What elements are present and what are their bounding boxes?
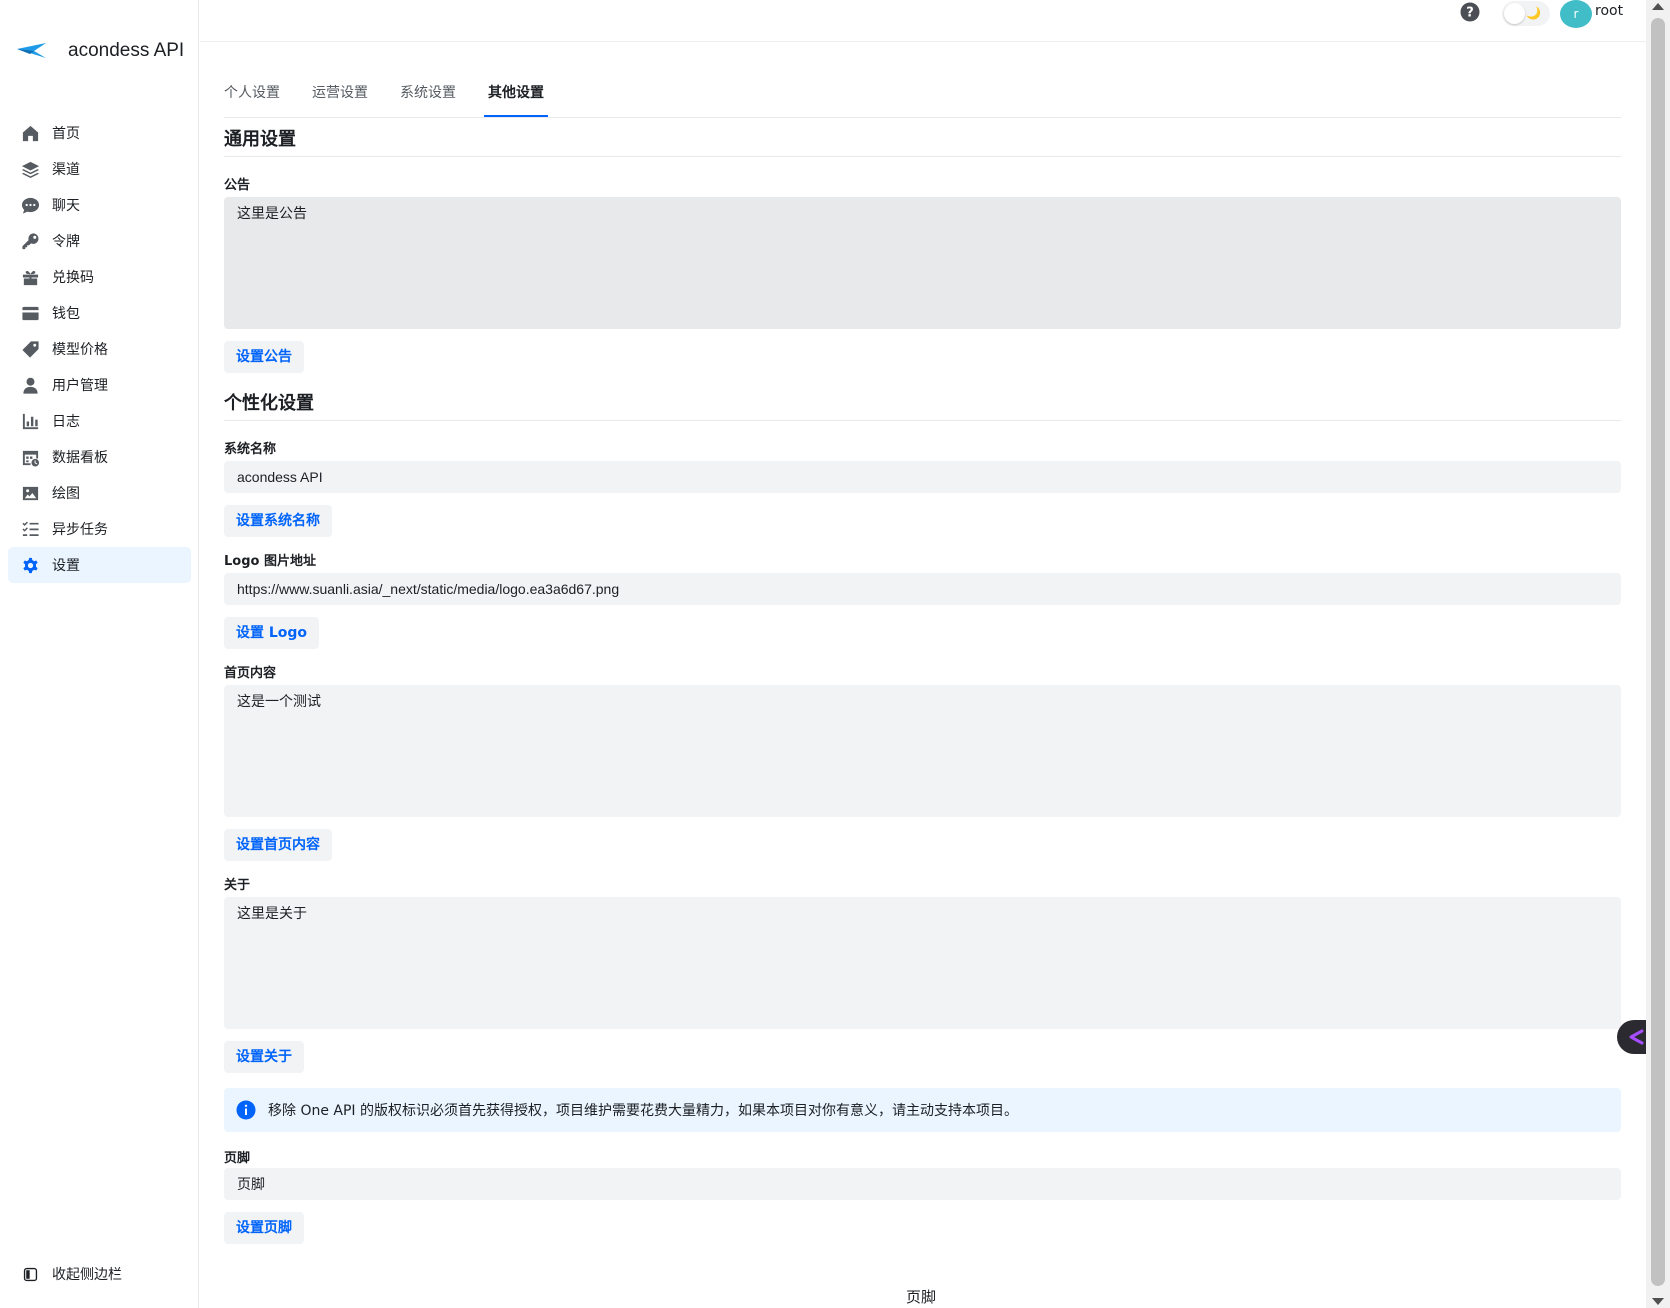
task-list-icon: [20, 519, 40, 539]
scroll-up-arrow-icon[interactable]: [1652, 3, 1664, 10]
tab-system-settings[interactable]: 系统设置: [400, 82, 456, 102]
settings-tabs: 个人设置 运营设置 系统设置 其他设置: [224, 72, 1621, 118]
sidebar-item-logs[interactable]: 日志: [8, 403, 191, 439]
sidebar-item-label: 用户管理: [52, 378, 108, 394]
set-footer-button[interactable]: 设置页脚: [224, 1212, 304, 1244]
svg-text:?: ?: [1466, 6, 1474, 21]
section-title-general: 通用设置: [224, 129, 296, 150]
active-tab-indicator: [484, 115, 548, 117]
notice-label: 公告: [224, 178, 251, 193]
sidebar-item-label: 绘图: [52, 486, 80, 502]
key-icon: [20, 231, 40, 251]
gift-icon: [20, 267, 40, 287]
about-label: 关于: [224, 878, 251, 893]
sidebar-item-model-price[interactable]: 模型价格: [8, 331, 191, 367]
collapse-sidebar-label: 收起侧边栏: [52, 1267, 122, 1283]
top-header: ? 🌙 r root: [200, 0, 1646, 42]
tab-personal-settings[interactable]: 个人设置: [224, 82, 280, 102]
image-icon: [20, 483, 40, 503]
sidebar-item-redeem[interactable]: 兑换码: [8, 259, 191, 295]
brand-logo-icon: [17, 43, 46, 58]
system-name-label: 系统名称: [224, 442, 277, 457]
sidebar-item-dashboard[interactable]: 数据看板: [8, 439, 191, 475]
info-icon: [236, 1100, 256, 1120]
sidebar-item-drawing[interactable]: 绘图: [8, 475, 191, 511]
sidebar-item-label: 兑换码: [52, 270, 94, 286]
set-system-name-button[interactable]: 设置系统名称: [224, 505, 332, 537]
sidebar-collapse-icon: [20, 1264, 40, 1284]
footer-label: 页脚: [224, 1151, 251, 1166]
chat-icon: [20, 195, 40, 215]
scroll-down-arrow-icon[interactable]: [1652, 1298, 1664, 1305]
gear-icon: [20, 555, 40, 575]
copyright-info-banner: 移除 One API 的版权标识必须首先获得授权，项目维护需要花费大量精力，如果…: [224, 1088, 1621, 1132]
page-scrollbar[interactable]: [1646, 0, 1670, 1308]
sidebar-item-wallet[interactable]: 钱包: [8, 295, 191, 331]
price-tag-icon: [20, 339, 40, 359]
sidebar-item-label: 渠道: [52, 162, 80, 178]
home-content-textarea[interactable]: 这是一个测试: [224, 685, 1621, 817]
brand[interactable]: acondess API: [16, 36, 184, 66]
scrollbar-thumb[interactable]: [1651, 18, 1665, 1286]
brand-name: acondess API: [68, 40, 185, 61]
set-notice-button[interactable]: 设置公告: [224, 341, 304, 373]
logo-url-label: Logo 图片地址: [224, 554, 316, 569]
sidebar-item-users[interactable]: 用户管理: [8, 367, 191, 403]
layers-icon: [20, 159, 40, 179]
toggle-knob: [1504, 3, 1525, 24]
notice-textarea[interactable]: 这里是公告: [224, 197, 1621, 329]
set-logo-button[interactable]: 设置 Logo: [224, 617, 320, 649]
bar-chart-icon: [20, 411, 40, 431]
page-footer: 页脚: [906, 1288, 937, 1306]
sidebar-item-label: 日志: [52, 414, 80, 430]
tab-other-settings[interactable]: 其他设置: [488, 82, 544, 102]
sidebar-item-settings[interactable]: 设置: [8, 547, 191, 583]
logo-url-input[interactable]: https://www.suanli.asia/_next/static/med…: [224, 573, 1621, 605]
theme-toggle[interactable]: 🌙: [1502, 1, 1550, 26]
set-about-button[interactable]: 设置关于: [224, 1041, 304, 1073]
sidebar-item-label: 设置: [52, 558, 80, 574]
sidebar-nav: 首页 渠道 聊天 令牌 兑换码 钱包 模型价格 用户管理 日志 数据看板 绘图 …: [8, 115, 191, 583]
sidebar-item-label: 异步任务: [52, 522, 108, 538]
sidebar-item-label: 钱包: [52, 306, 80, 322]
collapse-sidebar-button[interactable]: 收起侧边栏: [20, 1264, 122, 1284]
help-icon[interactable]: ?: [1460, 2, 1480, 22]
section-title-personalization: 个性化设置: [224, 393, 314, 414]
sidebar-item-label: 令牌: [52, 234, 80, 250]
sidebar-item-home[interactable]: 首页: [8, 115, 191, 151]
sidebar-item-label: 数据看板: [52, 450, 108, 466]
avatar[interactable]: r: [1560, 0, 1592, 28]
system-name-input[interactable]: acondess API: [224, 461, 1621, 493]
section-divider: [224, 156, 1621, 157]
sidebar-item-label: 聊天: [52, 198, 80, 214]
moon-icon: 🌙: [1526, 6, 1541, 20]
sidebar-item-label: 模型价格: [52, 342, 108, 358]
chevron-left-icon: [1629, 1029, 1644, 1045]
home-content-label: 首页内容: [224, 666, 277, 681]
credit-card-icon: [20, 303, 40, 323]
user-icon: [20, 375, 40, 395]
home-icon: [20, 123, 40, 143]
about-textarea[interactable]: 这里是关于: [224, 897, 1621, 1029]
set-home-content-button[interactable]: 设置首页内容: [224, 829, 332, 861]
sidebar-item-async-tasks[interactable]: 异步任务: [8, 511, 191, 547]
sidebar-item-channels[interactable]: 渠道: [8, 151, 191, 187]
banner-text: 移除 One API 的版权标识必须首先获得授权，项目维护需要花费大量精力，如果…: [268, 1103, 1019, 1119]
sidebar-item-chat[interactable]: 聊天: [8, 187, 191, 223]
sidebar-item-tokens[interactable]: 令牌: [8, 223, 191, 259]
sidebar-item-label: 首页: [52, 126, 80, 142]
tab-operation-settings[interactable]: 运营设置: [312, 82, 368, 102]
sidebar: acondess API 首页 渠道 聊天 令牌 兑换码 钱包 模型价格 用户管…: [0, 0, 199, 1308]
username[interactable]: root: [1595, 3, 1623, 19]
footer-input[interactable]: 页脚: [224, 1168, 1621, 1200]
dashboard-icon: [20, 447, 40, 467]
section-divider: [224, 420, 1621, 421]
